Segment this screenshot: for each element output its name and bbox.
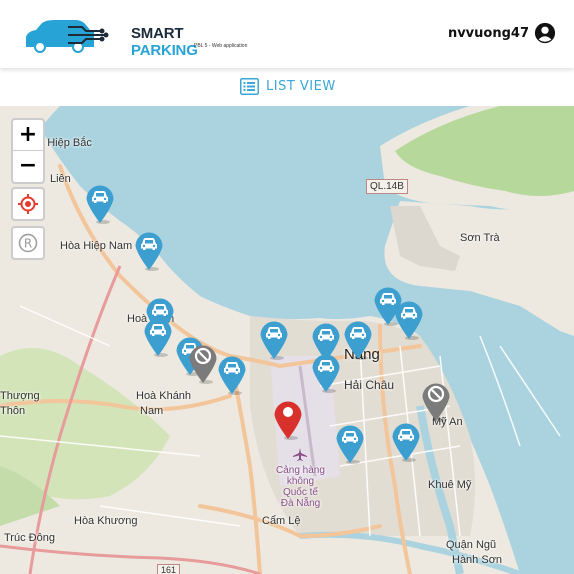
selected-location-marker[interactable]: [272, 396, 304, 440]
place-label: Liên: [50, 173, 71, 185]
locate-me-button[interactable]: [11, 187, 45, 221]
parking-marker[interactable]: [334, 420, 366, 464]
place-label: Thôn: [0, 405, 26, 417]
airport-label: Cảng hàng không Quốc tế Đà Nẵng: [276, 448, 325, 509]
brand-part-1: SMART: [131, 25, 184, 42]
zoom-in-button[interactable]: +: [13, 120, 43, 151]
airplane-icon: [293, 448, 308, 461]
place-label: Hòa Hiệp Nam: [60, 240, 133, 252]
car-logo-icon: [26, 20, 109, 53]
road-shield: 161: [157, 564, 181, 574]
app-header: SMART PARKING PBL 5 - Web application nv…: [0, 0, 574, 68]
place-label: Khuê Mỹ: [428, 479, 472, 491]
district-label: Hải Châu: [344, 378, 395, 392]
airport-line: không: [286, 476, 315, 487]
brand-logo[interactable]: SMART PARKING PBL 5 - Web application: [24, 17, 247, 59]
place-label: Trúc Đông: [4, 532, 55, 544]
airport-line: Quốc tế: [282, 487, 318, 498]
full-parking-marker[interactable]: [420, 378, 452, 422]
user-circle-icon[interactable]: [534, 22, 556, 44]
zoom-control: + −: [11, 118, 45, 184]
registered-icon: R: [18, 233, 38, 253]
registered-places-button[interactable]: R: [11, 226, 45, 260]
parking-marker[interactable]: [258, 316, 290, 360]
user-menu[interactable]: nvvuong47: [448, 22, 556, 44]
list-icon: [240, 78, 259, 95]
parking-marker[interactable]: [310, 349, 342, 393]
parking-marker[interactable]: [216, 351, 248, 395]
list-view-button[interactable]: LIST VIEW: [240, 78, 336, 95]
crosshair-icon: [18, 194, 38, 214]
map-view[interactable]: Hòa Hiệp Bắc Liên Hòa Hiệp Nam Hoà Minh …: [0, 106, 574, 574]
parking-marker[interactable]: [84, 180, 116, 224]
place-label: Thượng: [0, 390, 40, 402]
svg-text:R: R: [24, 237, 32, 251]
parking-marker[interactable]: [342, 316, 374, 360]
parking-marker[interactable]: [393, 296, 425, 340]
place-label: Quận Ngũ: [446, 539, 497, 551]
zoom-out-button[interactable]: −: [13, 151, 43, 182]
brand-part-2: PARKING: [131, 42, 198, 59]
place-label: Hòa Khương: [74, 515, 138, 527]
place-label: Cẩm Lệ: [262, 515, 301, 527]
brand-name: SMART PARKING: [131, 25, 224, 59]
full-parking-marker[interactable]: [187, 340, 219, 384]
view-toggle-bar: LIST VIEW: [0, 68, 574, 106]
parking-marker[interactable]: [133, 227, 165, 271]
highway-shield: QL.14B: [366, 179, 408, 194]
place-label: Hành Sơn: [452, 554, 503, 566]
car-icon: [92, 191, 108, 203]
airport-line: Đà Nẵng: [280, 498, 321, 509]
place-label: Hoà Khánh: [136, 390, 192, 402]
parking-marker[interactable]: [390, 418, 422, 462]
parking-marker[interactable]: [142, 313, 174, 357]
username[interactable]: nvvuong47: [448, 26, 529, 41]
list-view-label: LIST VIEW: [266, 79, 336, 94]
airport-line: Cảng hàng: [276, 465, 325, 476]
place-label: Sơn Trà: [460, 232, 500, 244]
brand-subtitle: PBL 5 - Web application: [194, 43, 248, 49]
location-dot-icon: [283, 407, 293, 417]
place-label: Nam: [140, 405, 164, 417]
